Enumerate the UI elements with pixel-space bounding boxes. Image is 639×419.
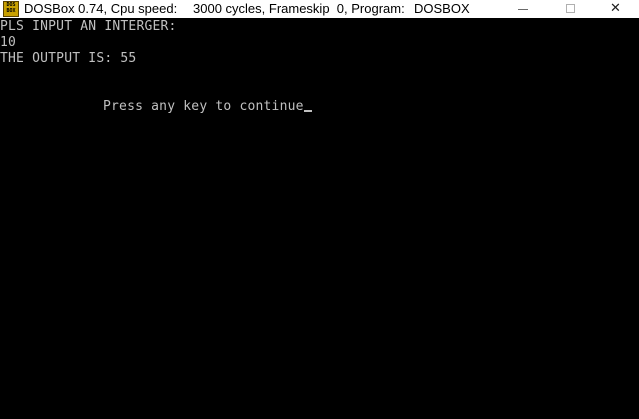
continue-prompt-text: Press any key to continue: [103, 99, 304, 114]
text-cursor: [303, 110, 312, 112]
close-button[interactable]: ✕: [593, 0, 639, 18]
dosbox-icon-label: DOS BOX: [6, 2, 16, 14]
title-cycles-info: 3000 cycles, Frameskip 0, Program:: [193, 1, 405, 16]
title-app-info: DOSBox 0.74, Cpu speed:: [24, 1, 178, 16]
console-line: 10: [0, 35, 17, 50]
maximize-button[interactable]: [547, 0, 593, 18]
continue-prompt: Press any key to continue: [103, 99, 312, 115]
title-bar[interactable]: DOS BOX DOSBox 0.74, Cpu speed: 3000 cyc…: [0, 0, 639, 18]
dos-console[interactable]: PLS INPUT AN INTERGER: 10 THE OUTPUT IS:…: [0, 18, 639, 419]
console-line: THE OUTPUT IS: 55: [0, 51, 137, 66]
minimize-button[interactable]: [500, 0, 546, 18]
minimize-icon: [518, 9, 528, 10]
dosbox-icon[interactable]: DOS BOX: [3, 1, 19, 17]
maximize-icon: [566, 4, 575, 13]
dosbox-window: DOS BOX DOSBox 0.74, Cpu speed: 3000 cyc…: [0, 0, 639, 419]
title-program-name: DOSBOX: [414, 1, 470, 16]
close-icon: ✕: [610, 1, 621, 16]
window-title: DOSBox 0.74, Cpu speed: 3000 cycles, Fra…: [24, 0, 470, 18]
console-line: PLS INPUT AN INTERGER:: [0, 19, 177, 34]
